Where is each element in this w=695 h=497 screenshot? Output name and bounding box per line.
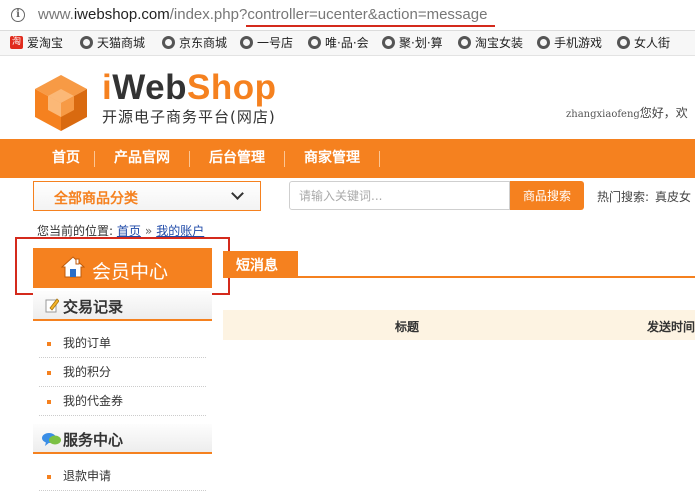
breadcrumb-account-link[interactable]: 我的账户 xyxy=(156,224,204,238)
url-prefix: www. xyxy=(38,6,74,23)
chevron-down-icon xyxy=(231,187,244,200)
section-service-center: 服务中心 xyxy=(33,424,212,454)
globe-icon xyxy=(382,36,395,49)
bookmark-item[interactable]: 手机游戏 xyxy=(537,35,602,52)
globe-icon xyxy=(537,36,550,49)
url-path: /index.php? xyxy=(169,6,248,23)
bookmark-item[interactable]: 女人街 xyxy=(617,35,670,52)
main-nav: 首页 产品官网 后台管理 商家管理 xyxy=(0,139,695,178)
sidebar-item-refund-request[interactable]: 退款申请 xyxy=(39,462,206,491)
nav-divider xyxy=(94,151,95,167)
globe-icon xyxy=(617,36,630,49)
username[interactable]: zhangxiaofeng xyxy=(566,109,640,120)
chat-bubble-icon xyxy=(42,433,61,446)
bookmark-item[interactable]: 一号店 xyxy=(240,35,293,52)
sidebar-item-my-points[interactable]: 我的积分 xyxy=(39,358,206,387)
pencil-icon xyxy=(45,298,59,313)
sidebar-item-my-vouchers[interactable]: 我的代金券 xyxy=(39,387,206,416)
trade-records-list: 我的订单 我的积分 我的代金券 xyxy=(33,329,212,416)
url-host: iwebshop.com xyxy=(73,6,170,23)
breadcrumb-home-link[interactable]: 首页 xyxy=(117,224,141,238)
bookmark-item[interactable]: 天猫商城 xyxy=(80,35,145,52)
nav-admin[interactable]: 后台管理 xyxy=(209,139,265,178)
user-greeting: zhangxiaofeng您好，欢 xyxy=(566,106,688,120)
globe-icon xyxy=(162,36,175,49)
taobao-icon xyxy=(10,36,23,49)
message-table-header: 标题 发送时间 xyxy=(223,310,695,340)
nav-product-site[interactable]: 产品官网 xyxy=(114,139,170,178)
globe-icon xyxy=(308,36,321,49)
bookmark-item[interactable]: 爱淘宝 xyxy=(10,35,63,52)
category-dropdown[interactable]: 全部商品分类 xyxy=(33,181,261,211)
column-send-time: 发送时间 xyxy=(647,320,695,334)
bookmark-item[interactable]: 唯·品·会 xyxy=(308,35,369,52)
url-query: controller=ucenter&action=message xyxy=(247,6,488,23)
url-text[interactable]: www.iwebshop.com/index.php?controller=uc… xyxy=(38,6,487,23)
globe-icon xyxy=(240,36,253,49)
bookmark-item[interactable]: 聚·划·算 xyxy=(382,35,443,52)
search-input[interactable] xyxy=(289,181,510,210)
highlight-box xyxy=(15,237,230,295)
tab-underline xyxy=(223,276,695,278)
sidebar-item-my-orders[interactable]: 我的订单 xyxy=(39,329,206,358)
bookmarks-bar: 爱淘宝 天猫商城 京东商城 一号店 唯·品·会 聚·划·算 淘宝女装 手机游戏 … xyxy=(0,31,695,56)
logo-wordmark[interactable]: iWebShop xyxy=(102,68,276,108)
nav-divider xyxy=(284,151,285,167)
info-icon[interactable]: i xyxy=(11,8,25,22)
nav-divider xyxy=(379,151,380,167)
globe-icon xyxy=(458,36,471,49)
globe-icon xyxy=(80,36,93,49)
logo-cube-icon[interactable] xyxy=(32,73,90,133)
bookmark-item[interactable]: 京东商城 xyxy=(162,35,227,52)
slogan: 开源电子商务平台(网店) xyxy=(102,108,276,126)
hot-search: 热门搜索: 真皮女 xyxy=(597,190,692,204)
column-title: 标题 xyxy=(395,320,420,334)
nav-merchant[interactable]: 商家管理 xyxy=(304,139,360,178)
service-center-list: 退款申请 xyxy=(33,462,212,491)
address-bar[interactable]: i www.iwebshop.com/index.php?controller=… xyxy=(0,0,695,31)
nav-home[interactable]: 首页 xyxy=(52,139,80,178)
tab-messages[interactable]: 短消息 xyxy=(223,251,298,277)
search-button[interactable]: 商品搜索 xyxy=(510,181,584,210)
section-trade-records: 交易记录 xyxy=(33,291,212,321)
hot-keyword[interactable]: 真皮女 xyxy=(655,190,691,204)
bookmark-item[interactable]: 淘宝女装 xyxy=(458,35,523,52)
url-highlight-underline xyxy=(246,25,495,27)
nav-divider xyxy=(189,151,190,167)
